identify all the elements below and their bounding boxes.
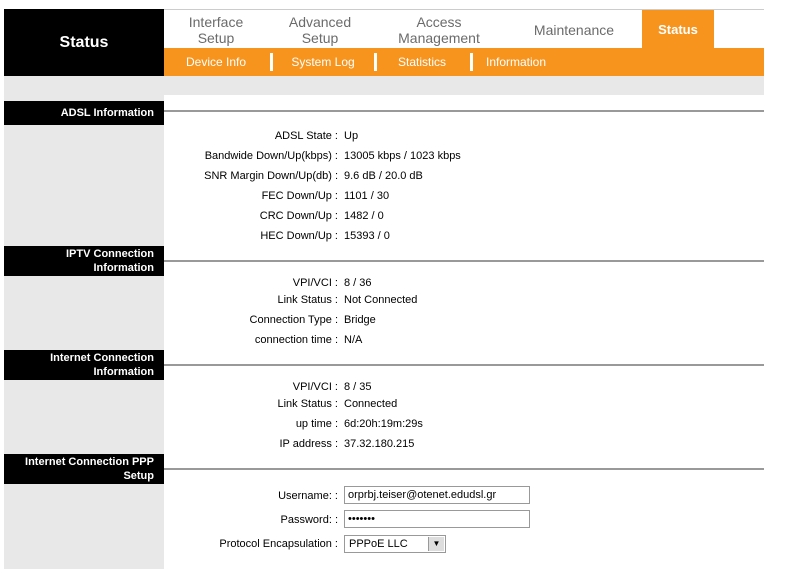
row-label: FEC Down/Up : (261, 190, 338, 202)
brand-title-text: Status (59, 33, 109, 51)
row-value: 8 / 35 (344, 381, 372, 393)
section-divider (164, 468, 764, 470)
row-value: N/A (344, 334, 363, 346)
password-field[interactable] (344, 510, 530, 528)
row-label: Link Status : (277, 294, 338, 306)
status-row: CRC Down/Up : 1482 / 0 (164, 207, 764, 225)
row-value: 1101 / 30 (344, 190, 390, 202)
row-label: IP address : (279, 438, 339, 450)
subtab-device-info[interactable]: Device Info (174, 48, 258, 76)
header-spacer-bar (4, 76, 764, 95)
section-heading-ppp: Internet Connection PPP Setup (4, 454, 164, 484)
status-row: HEC Down/Up : 15393 / 0 (164, 227, 764, 245)
tab-access-management[interactable]: Access Management (372, 10, 506, 49)
tab-advanced-setup[interactable]: Advanced Setup (268, 10, 372, 49)
username-field[interactable] (344, 486, 530, 504)
section-heading-adsl: ADSL Information (4, 101, 164, 125)
row-label: SNR Margin Down/Up(db) : (204, 170, 338, 182)
section-divider (164, 110, 764, 112)
status-row: VPI/VCI : 8 / 36 (164, 274, 764, 292)
left-column (4, 95, 164, 569)
status-row: Link Status : Not Connected (164, 291, 764, 309)
row-value: Up (344, 130, 359, 142)
form-row-password: Password: : (164, 510, 764, 529)
row-value: Connected (344, 398, 398, 410)
page-brand-title: Status (4, 9, 164, 76)
subnav-divider (470, 53, 473, 71)
row-value: 37.32.180.215 (344, 438, 415, 450)
status-row: connection time : N/A (164, 331, 764, 349)
subtab-information[interactable]: Information (476, 48, 556, 76)
encapsulation-select[interactable]: PPPoE LLC ▼ (344, 535, 446, 553)
row-value: 13005 kbps / 1023 kbps (344, 150, 461, 162)
top-navigation: Interface Setup Advanced Setup Access Ma… (164, 9, 764, 49)
status-row: IP address : 37.32.180.215 (164, 435, 764, 453)
tab-status[interactable]: Status (642, 10, 714, 49)
row-label: Bandwide Down/Up(kbps) : (204, 150, 338, 162)
username-label: Username: : (278, 490, 338, 502)
status-row: Link Status : Connected (164, 395, 764, 413)
chevron-down-icon[interactable]: ▼ (428, 537, 444, 551)
row-value: 15393 / 0 (344, 230, 390, 242)
subtab-system-log[interactable]: System Log (276, 48, 370, 76)
subnav-divider (270, 53, 273, 71)
status-row: VPI/VCI : 8 / 35 (164, 378, 764, 396)
row-label: Link Status : (277, 398, 338, 410)
status-row: Bandwide Down/Up(kbps) : 13005 kbps / 102… (164, 147, 764, 165)
row-value: Bridge (344, 314, 376, 326)
row-label: VPI/VCI : (292, 277, 338, 289)
status-row: ADSL State : Up (164, 127, 764, 145)
row-label: up time : (295, 418, 338, 430)
status-row: SNR Margin Down/Up(db) : 9.6 dB / 20.0 dB (164, 167, 764, 185)
row-label: ADSL State : (274, 130, 338, 142)
tab-interface-setup[interactable]: Interface Setup (164, 10, 268, 49)
form-row-username: Username: : (164, 486, 764, 505)
status-row: Connection Type : Bridge (164, 311, 764, 329)
sub-navigation: Device Info System Log Statistics Inform… (164, 48, 764, 76)
section-divider (164, 364, 764, 366)
row-label: Connection Type : (249, 314, 338, 326)
row-value: 8 / 36 (344, 277, 372, 289)
section-heading-internet: Internet Connection Information (4, 350, 164, 380)
row-label: connection time : (254, 334, 338, 346)
row-value: 6d:20h:19m:29s (344, 418, 423, 430)
row-value: 9.6 dB / 20.0 dB (344, 170, 423, 182)
form-row-encapsulation: Protocol Encapsulation : PPPoE LLC ▼ (164, 535, 764, 553)
row-value: 1482 / 0 (344, 210, 384, 222)
status-row: FEC Down/Up : 1101 / 30 (164, 187, 764, 205)
encapsulation-label: Protocol Encapsulation : (219, 538, 338, 550)
row-label: HEC Down/Up : (260, 230, 338, 242)
section-divider (164, 260, 764, 262)
password-label: Password: : (280, 514, 338, 526)
tab-maintenance[interactable]: Maintenance (506, 10, 642, 49)
row-label: CRC Down/Up : (259, 210, 338, 222)
encapsulation-selected-value: PPPoE LLC (349, 538, 408, 550)
row-value: Not Connected (344, 294, 418, 306)
row-label: VPI/VCI : (292, 381, 338, 393)
subnav-divider (374, 53, 377, 71)
section-heading-iptv: IPTV Connection Information (4, 246, 164, 276)
subtab-statistics[interactable]: Statistics (380, 48, 464, 76)
status-row: up time : 6d:20h:19m:29s (164, 415, 764, 433)
